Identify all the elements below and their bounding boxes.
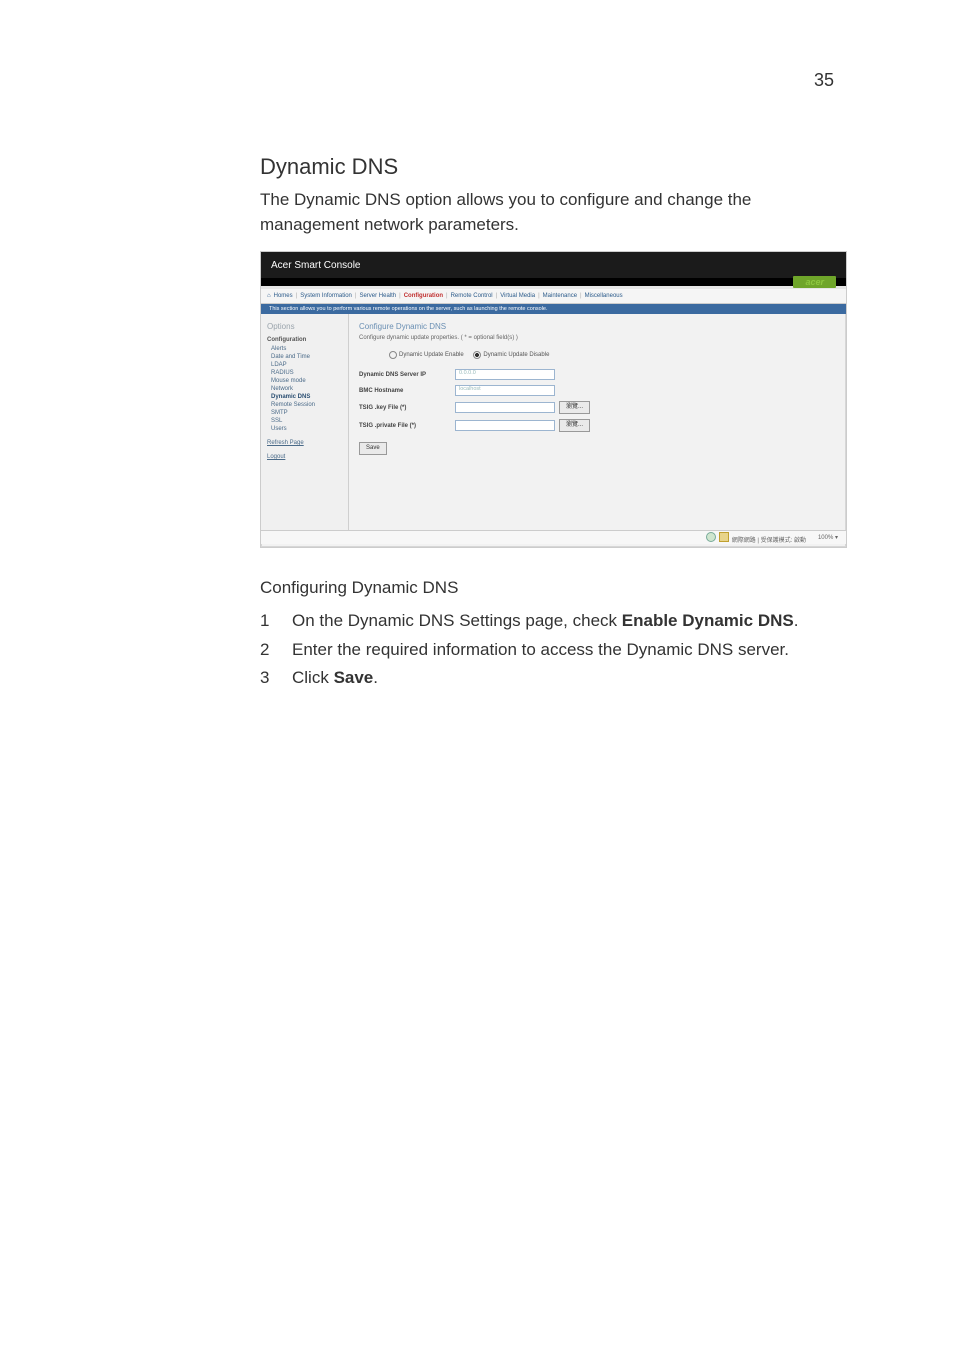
step-1: On the Dynamic DNS Settings page, check … [260, 608, 844, 634]
step-2-pre: Enter the required information to access… [292, 640, 789, 659]
screenshot: Acer Smart Console acer ⌂ Homes| System … [260, 251, 847, 548]
radio-disable-label: Dynamic Update Disable [483, 352, 549, 358]
sidebar-item-remote-session[interactable]: Remote Session [271, 402, 342, 408]
row-private-file: TSIG .private File (*) 瀏覽... [359, 419, 836, 432]
sidebar-item-mouse-mode[interactable]: Mouse mode [271, 378, 342, 384]
tab-maintenance[interactable]: Maintenance [543, 293, 577, 299]
radio-dot-icon [389, 351, 397, 359]
steps-list: On the Dynamic DNS Settings page, check … [260, 608, 844, 691]
sidebar-item-users[interactable]: Users [271, 426, 342, 432]
intro-paragraph: The Dynamic DNS option allows you to con… [260, 188, 844, 237]
tab-server-health[interactable]: Server Health [359, 293, 396, 299]
sidebar-item-dynamic-dns[interactable]: Dynamic DNS [271, 394, 342, 400]
label-private-file: TSIG .private File (*) [359, 423, 451, 429]
tab-system-information[interactable]: System Information [300, 293, 352, 299]
step-1-pre: On the Dynamic DNS Settings page, check [292, 611, 622, 630]
subheading: Configuring Dynamic DNS [260, 578, 844, 598]
zoom-level[interactable]: 100% ▾ [818, 534, 838, 541]
input-server-ip[interactable]: 0.0.0.0 [455, 369, 555, 380]
sidebar-item-ldap[interactable]: LDAP [271, 362, 342, 368]
sidebar-item-date-time[interactable]: Date and Time [271, 354, 342, 360]
status-bar: 網際網路 | 受保護模式: 啟動 100% ▾ [261, 530, 846, 544]
label-key-file: TSIG .key File (*) [359, 405, 451, 411]
logout-link[interactable]: Logout [267, 454, 342, 460]
home-icon: ⌂ [267, 293, 271, 299]
shield-icon [719, 532, 729, 542]
input-key-file[interactable] [455, 402, 555, 413]
step-3-bold: Save [334, 668, 374, 687]
sidebar-subheading: Configuration [267, 337, 342, 343]
panel-desc: Configure dynamic update properties. ( *… [359, 335, 836, 341]
radio-enable[interactable]: Dynamic Update Enable [389, 351, 464, 359]
step-2: Enter the required information to access… [260, 637, 844, 663]
info-banner: This section allows you to perform vario… [261, 304, 846, 314]
browse-private-button[interactable]: 瀏覽... [559, 419, 590, 432]
row-key-file: TSIG .key File (*) 瀏覽... [359, 401, 836, 414]
step-3: Click Save. [260, 665, 844, 691]
refresh-link[interactable]: Refresh Page [267, 440, 342, 446]
browse-key-button[interactable]: 瀏覽... [559, 401, 590, 414]
tab-homes[interactable]: Homes [274, 293, 293, 299]
page-number: 35 [814, 70, 834, 91]
sidebar-item-ssl[interactable]: SSL [271, 418, 342, 424]
zone-text: 網際網路 | 受保護模式: 啟動 [732, 538, 806, 544]
save-button[interactable]: Save [359, 442, 387, 455]
globe-icon [706, 532, 716, 542]
row-hostname: BMC Hostname localhost [359, 385, 836, 396]
sidebar-item-network[interactable]: Network [271, 386, 342, 392]
step-1-post: . [794, 611, 799, 630]
panel-title: Configure Dynamic DNS [359, 322, 836, 331]
status-zone: 網際網路 | 受保護模式: 啟動 [706, 532, 806, 544]
sidebar-heading: Options [267, 322, 342, 331]
brand-bar: acer [261, 278, 846, 286]
brand-logo: acer [793, 276, 836, 288]
tab-configuration[interactable]: Configuration [404, 293, 443, 299]
window-titlebar: Acer Smart Console [261, 252, 846, 278]
radio-disable[interactable]: Dynamic Update Disable [473, 351, 549, 359]
label-server-ip: Dynamic DNS Server IP [359, 372, 451, 378]
radio-dot-icon [473, 351, 481, 359]
sidebar-item-radius[interactable]: RADIUS [271, 370, 342, 376]
step-1-bold: Enable Dynamic DNS [622, 611, 794, 630]
input-hostname[interactable]: localhost [455, 385, 555, 396]
radio-group: Dynamic Update Enable Dynamic Update Dis… [389, 351, 836, 361]
body: Options Configuration Alerts Date and Ti… [261, 314, 846, 530]
page: 35 Dynamic DNS The Dynamic DNS option al… [0, 0, 954, 1350]
tab-remote-control[interactable]: Remote Control [451, 293, 493, 299]
section-heading: Dynamic DNS [260, 154, 844, 180]
row-server-ip: Dynamic DNS Server IP 0.0.0.0 [359, 369, 836, 380]
window-title: Acer Smart Console [271, 260, 360, 271]
input-private-file[interactable] [455, 420, 555, 431]
tab-miscellaneous[interactable]: Miscellaneous [585, 293, 623, 299]
label-hostname: BMC Hostname [359, 388, 451, 394]
sidebar-item-smtp[interactable]: SMTP [271, 410, 342, 416]
step-3-pre: Click [292, 668, 334, 687]
main-panel: Configure Dynamic DNS Configure dynamic … [349, 314, 846, 530]
sidebar-list: Alerts Date and Time LDAP RADIUS Mouse m… [267, 346, 342, 432]
sidebar-item-alerts[interactable]: Alerts [271, 346, 342, 352]
step-3-post: . [373, 668, 378, 687]
zoom-text: 100% [818, 535, 833, 541]
tab-virtual-media[interactable]: Virtual Media [500, 293, 535, 299]
nav-tabs: ⌂ Homes| System Information| Server Heal… [261, 286, 846, 304]
radio-enable-label: Dynamic Update Enable [399, 352, 464, 358]
sidebar: Options Configuration Alerts Date and Ti… [261, 314, 349, 530]
